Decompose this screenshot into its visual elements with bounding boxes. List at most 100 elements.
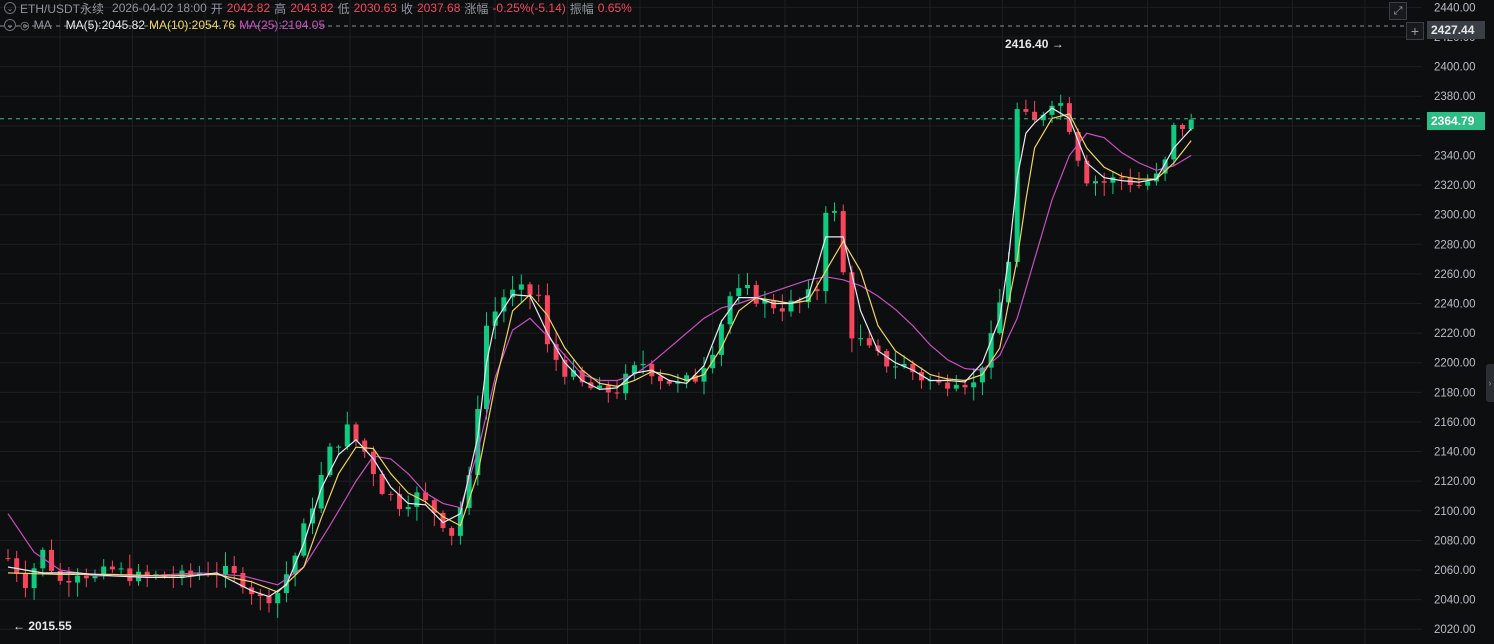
candle-body [336, 446, 342, 448]
candle-body [388, 493, 394, 495]
candle-body [449, 528, 455, 536]
candle-body [405, 506, 411, 510]
last-price-tag: 2364.79 [1427, 112, 1485, 130]
low-value: 2030.63 [353, 1, 397, 15]
amplitude-label: 振幅 [569, 1, 594, 16]
candle-body [223, 566, 228, 575]
y-tick-label: 2340.00 [1434, 150, 1476, 162]
candle-body [49, 549, 54, 571]
y-tick-label: 2400.00 [1434, 62, 1476, 74]
candle-body [118, 568, 124, 570]
candle-body [379, 474, 385, 494]
candle-body [518, 284, 524, 290]
y-tick-label: 2300.00 [1434, 210, 1476, 222]
amplitude-value: 0.65% [597, 1, 632, 15]
candle-body [1093, 181, 1098, 184]
y-tick-label: 2100.00 [1434, 506, 1476, 518]
candle-body [666, 381, 672, 384]
y-tick-label: 2220.00 [1434, 328, 1476, 340]
y-tick-label: 2180.00 [1434, 387, 1476, 399]
arrow-right-icon: → [1051, 37, 1064, 51]
candle-body [971, 382, 977, 388]
expand-button[interactable]: ⤢ [1389, 2, 1407, 20]
eye-icon[interactable]: ◎ [20, 19, 30, 32]
y-tick-label: 2280.00 [1434, 239, 1476, 251]
y-tick-label: 2020.00 [1434, 624, 1476, 636]
candle-body [353, 424, 359, 441]
close-label: 收 [400, 1, 413, 16]
open-label: 开 [210, 1, 223, 16]
candle-body [945, 382, 951, 389]
candle-body [640, 363, 646, 366]
candle-body [1058, 103, 1064, 106]
candle-body [745, 285, 750, 289]
close-value: 2037.68 [417, 1, 461, 15]
arrow-left-icon: ← [13, 619, 25, 633]
low-marker: ← 2015.55 [13, 619, 72, 633]
candle-body [614, 392, 620, 394]
ma5-line [7, 107, 1192, 598]
y-tick-label: 2440.00 [1434, 2, 1476, 14]
side-panel-handle[interactable]: › [1486, 364, 1494, 402]
price-chart[interactable]: 2020.00 2040.00 2060.00 2080.00 2100.00 2120.… [0, 0, 1494, 644]
candle-body [318, 475, 324, 509]
y-tick-label: 2040.00 [1434, 595, 1476, 607]
y-tick-label: 2240.00 [1434, 298, 1476, 310]
chevron-icon[interactable]: ⌄ [4, 2, 16, 14]
ma10-line [7, 113, 1192, 593]
plus-icon: + [1410, 23, 1420, 39]
high-value: 2043.82 [290, 1, 334, 15]
add-alert-button[interactable]: + [1406, 22, 1424, 40]
candle-body [344, 424, 350, 447]
datetime-label: 2026-04-02 18:00 [112, 1, 207, 15]
ma10-legend: MA(10):2054.76 [149, 18, 236, 32]
candle-body [1023, 109, 1029, 112]
candle-body [109, 566, 115, 570]
candle-body [884, 351, 890, 367]
chevron-icon[interactable]: ⌄ [4, 19, 16, 31]
change-value: -0.25%(-5.14) [492, 1, 566, 15]
candle-body [832, 211, 837, 213]
ma-legend: ⌄ ◎ MA MA(5):2045.82 MA(10):2054.76 MA(2… [0, 17, 329, 33]
crosshair-price-tag: 2427.44 [1427, 21, 1485, 39]
ma25-legend: MA(25):2104.05 [239, 18, 326, 32]
candle-body [22, 573, 28, 589]
candle-body [866, 338, 872, 346]
candle-body [823, 212, 829, 292]
y-tick-label: 2200.00 [1434, 358, 1476, 370]
candle-body [892, 366, 898, 368]
y-tick-label: 2140.00 [1434, 447, 1476, 459]
low-label: 低 [337, 1, 350, 16]
low-marker-label: 2015.55 [28, 619, 72, 633]
candle-body [275, 593, 281, 604]
candle-body [1188, 119, 1194, 130]
symbol-label: ETH/USDT永续 [20, 1, 105, 16]
candle-body [1145, 181, 1151, 186]
candle-body [1180, 124, 1185, 130]
candle-body [1136, 184, 1142, 186]
ohlc-header: ⌄ ETH/USDT永续 2026-04-02 18:00 开 2042.82 … [0, 0, 636, 16]
high-label: 高 [274, 1, 287, 16]
candle-body [14, 558, 20, 574]
ma5-legend: MA(5):2045.82 [65, 18, 145, 32]
candle-body [858, 338, 864, 340]
candle-body [83, 575, 89, 579]
candle-body [953, 384, 959, 389]
expand-icon: ⤢ [1393, 4, 1403, 17]
open-value: 2042.82 [226, 1, 271, 15]
candle-body [536, 294, 542, 296]
y-tick-label: 2160.00 [1434, 417, 1476, 429]
candle-body [962, 384, 968, 388]
candle-body [1014, 109, 1020, 262]
y-tick-label: 2060.00 [1434, 565, 1476, 577]
change-label: 涨幅 [464, 1, 489, 16]
candle-body [1119, 177, 1125, 179]
candle-body [101, 566, 107, 575]
ma25-line [7, 132, 1192, 586]
y-tick-label: 2380.00 [1434, 91, 1476, 103]
y-tick-label: 2080.00 [1434, 535, 1476, 547]
y-tick-label: 2120.00 [1434, 476, 1476, 488]
ma-label[interactable]: MA [34, 18, 52, 32]
candle-body [75, 575, 81, 583]
candle-body [1101, 181, 1107, 183]
